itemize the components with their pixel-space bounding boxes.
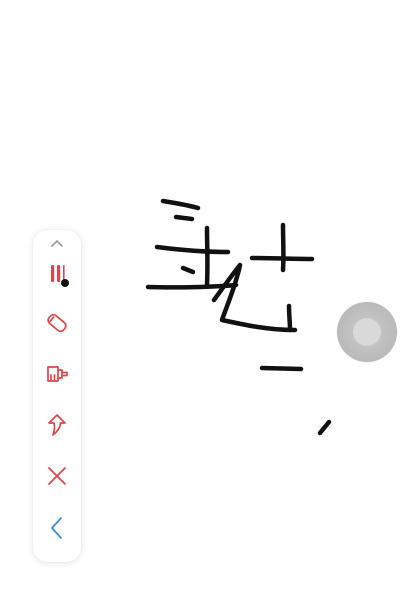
stroke-1: [160, 198, 201, 211]
back-tool-button[interactable]: [33, 508, 81, 548]
stroke-9: [211, 262, 298, 333]
eraser-icon: [44, 310, 70, 336]
pen-tool-button[interactable]: [33, 252, 81, 298]
eraser-tool-button[interactable]: [33, 303, 81, 343]
brush-icon: [44, 361, 70, 387]
chevron-up-icon: [50, 238, 64, 248]
chevron-left-icon: [48, 515, 66, 541]
stroke-3: [154, 244, 231, 255]
stroke-2: [173, 214, 195, 222]
close-tool-button[interactable]: [33, 456, 81, 496]
curved-arrow-icon: [44, 412, 70, 438]
clear-brush-button[interactable]: [33, 354, 81, 394]
assistive-touch-icon: [353, 318, 381, 346]
pen-width-icon: [42, 260, 72, 290]
redo-tool-button[interactable]: [33, 405, 81, 445]
stroke-11: [259, 365, 304, 372]
close-icon: [46, 465, 68, 487]
stroke-10: [286, 303, 293, 333]
stroke-12: [317, 419, 332, 436]
stroke-8: [249, 255, 315, 262]
drawing-toolbar: [33, 230, 81, 562]
stroke-5: [180, 265, 196, 275]
assistive-touch-button[interactable]: [337, 302, 397, 362]
